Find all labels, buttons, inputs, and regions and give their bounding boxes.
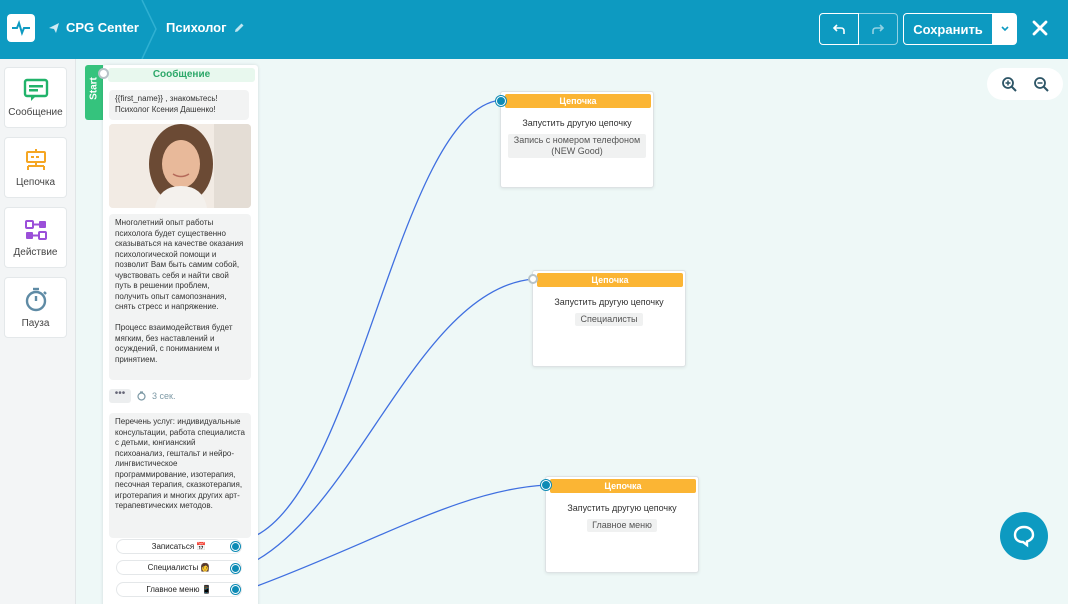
chain-node-target: Главное меню [587,519,657,532]
support-chat-button[interactable] [1000,512,1048,560]
tool-action-label: Действие [13,246,58,258]
output-port-main-menu[interactable] [231,585,240,594]
chain-node-3[interactable]: Цепочка Запустить другую цепочку Главное… [545,476,699,573]
redo-icon [872,24,885,34]
output-port-book[interactable] [231,542,240,551]
description-bubble[interactable]: Многолетний опыт работы психолога будет … [109,214,251,380]
pause-icon [25,287,47,311]
chain-node-header: Цепочка [537,273,683,287]
project-name: CPG Center [66,20,139,35]
greeting-bubble[interactable]: {{first_name}} , знакомьтесь! Психолог К… [109,90,249,120]
output-port-specialists[interactable] [231,564,240,573]
zoom-controls [987,68,1063,100]
tool-pause[interactable]: Пауза [4,277,67,338]
zoom-in-icon[interactable] [1001,76,1017,92]
quick-reply-book[interactable]: Записаться 📅 [116,539,242,554]
redo-button[interactable] [858,13,898,45]
services-bubble[interactable]: Перечень услуг: индивидуальные консульта… [109,413,251,538]
toolbox-sidebar: Сообщение Цепочка Действие Пауза [0,59,76,604]
chat-icon [1013,525,1035,548]
chain-node-3-input-port[interactable] [541,480,551,490]
chain-node-title: Запустить другую цепочку [554,297,664,307]
undo-icon [832,24,845,34]
chain-node-title: Запустить другую цепочку [567,503,677,513]
close-button[interactable] [1028,16,1052,40]
breadcrumb-separator [141,0,157,59]
message-block-header: Сообщение [108,68,255,82]
chain-node-2-input-port[interactable] [528,274,538,284]
action-icon [24,219,47,240]
chain-node-header: Цепочка [550,479,696,493]
chain-node-1[interactable]: Цепочка Запустить другую цепочку Запись … [500,91,654,188]
chain-node-2[interactable]: Цепочка Запустить другую цепочку Специал… [532,270,686,367]
typing-delay[interactable]: ••• 3 сек. [109,388,249,404]
quick-reply-main-menu[interactable]: Главное меню 📱 [116,582,242,597]
breadcrumb-project[interactable]: CPG Center [48,20,139,35]
telegram-icon [49,22,59,33]
chain-node-header: Цепочка [505,94,651,108]
psychologist-photo[interactable] [109,124,251,208]
breadcrumb-flow[interactable]: Психолог [166,20,245,35]
tool-chain[interactable]: Цепочка [4,137,67,198]
chain-node-1-input-port[interactable] [496,96,506,106]
message-icon [23,78,48,101]
chain-node-target: Запись с номером телефоном (NEW Good) [508,134,646,158]
chevron-down-icon [1000,26,1009,32]
tool-action[interactable]: Действие [4,207,67,268]
start-input-port[interactable] [98,68,109,79]
link-to-chain-1 [256,99,502,536]
tool-pause-label: Пауза [21,317,50,329]
start-message-block[interactable]: Сообщение {{first_name}} , знакомьтесь! … [103,65,258,604]
tool-message[interactable]: Сообщение [4,67,67,128]
portrait-image [109,124,251,208]
undo-button[interactable] [819,13,859,45]
flow-name: Психолог [166,20,227,35]
timer-icon [137,391,146,401]
link-to-chain-2 [256,278,534,561]
link-to-chain-3 [256,484,547,587]
save-options-button[interactable] [992,13,1017,45]
typing-dots-icon: ••• [109,389,131,403]
app-logo[interactable] [7,14,35,42]
chain-node-target: Специалисты [575,313,643,326]
top-bar: CPG Center Психолог Сохранить [0,0,1068,59]
pencil-icon[interactable] [233,22,245,34]
quick-reply-specialists[interactable]: Специалисты 👩 [116,560,242,575]
delay-value: 3 сек. [152,391,176,401]
chain-icon [25,148,46,170]
save-button[interactable]: Сохранить [903,13,993,45]
tool-message-label: Сообщение [8,106,63,118]
zoom-out-icon[interactable] [1033,76,1049,92]
close-icon [1032,20,1048,36]
tool-chain-label: Цепочка [15,176,56,188]
pulse-icon [12,19,30,37]
chain-node-title: Запустить другую цепочку [522,118,632,128]
